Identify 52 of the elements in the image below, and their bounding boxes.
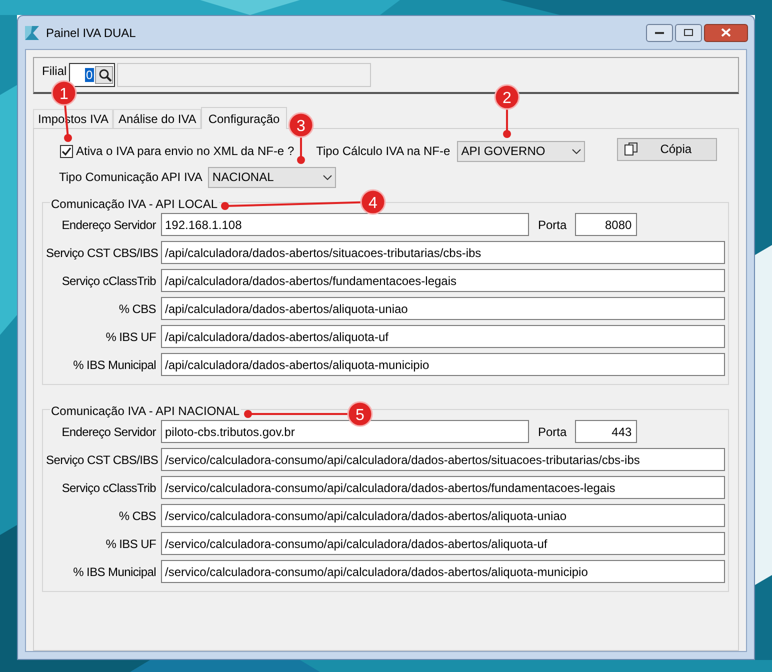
tab[interactable]: Análise do IVA xyxy=(113,109,202,128)
chevron-down-icon xyxy=(323,174,332,180)
field-label: % IBS Municipal xyxy=(72,356,156,374)
close-button[interactable] xyxy=(704,24,748,42)
branch-field[interactable]: 0 xyxy=(68,63,115,87)
field-label: % IBS UF xyxy=(104,536,156,552)
service-path-field[interactable]: /servico/calculadora-consumo/api/calculadora/dados-abertos/situacoes-tributarias/cbs-ibs xyxy=(161,448,725,471)
branch-label: Filial xyxy=(42,63,67,80)
copy-icon xyxy=(624,142,638,156)
checkbox-label: Ativa o IVA para envio no XML da NF-e ? xyxy=(76,143,294,160)
server-address-field[interactable]: 192.168.1.108 xyxy=(161,213,529,236)
port-label: Porta xyxy=(538,216,567,234)
port-field[interactable]: 443 xyxy=(574,420,637,443)
chevron-down-icon xyxy=(572,148,582,154)
service-path-field[interactable]: /servico/calculadora-consumo/api/calculadora/dados-abertos/fundamentacoes-legais xyxy=(161,476,725,499)
field-label: % CBS xyxy=(118,508,156,524)
service-path-field[interactable]: /api/calculadora/dados-abertos/aliquota-uf xyxy=(161,325,725,348)
field-label: Serviço CST CBS/IBS xyxy=(46,452,156,468)
comm-type-dropdown[interactable]: NACIONAL xyxy=(208,166,336,188)
field-label: Endereço Servidor xyxy=(60,424,156,440)
service-path-field[interactable]: /api/calculadora/dados-abertos/aliquota-municipio xyxy=(161,353,725,376)
copy-button[interactable]: Cópia xyxy=(617,138,718,160)
tab[interactable]: Configuração xyxy=(201,107,287,129)
minimize-icon xyxy=(655,32,664,34)
server-address-field[interactable]: piloto-cbs.tributos.gov.br xyxy=(161,420,529,443)
field-label: Serviço CST CBS/IBS xyxy=(46,244,156,262)
service-path-field[interactable]: /servico/calculadora-consumo/api/calculadora/dados-abertos/aliquota-uniao xyxy=(161,504,725,527)
field-label: Serviço cClassTrib xyxy=(60,272,156,290)
minimize-button[interactable] xyxy=(646,24,673,42)
checkbox[interactable] xyxy=(60,144,73,158)
service-path-field[interactable]: /servico/calculadora-consumo/api/calculadora/dados-abertos/aliquota-uf xyxy=(161,532,725,555)
field-label: % CBS xyxy=(118,300,156,318)
service-path-field[interactable]: /api/calculadora/dados-abertos/aliquota-uniao xyxy=(161,297,725,320)
maximize-button[interactable] xyxy=(675,24,702,42)
field-label: % IBS UF xyxy=(104,328,156,346)
service-path-field[interactable]: /api/calculadora/dados-abertos/fundamentacoes-legais xyxy=(161,269,725,292)
calc-type-label: Tipo Cálculo IVA na NF-e xyxy=(316,143,450,160)
port-field[interactable]: 8080 xyxy=(574,213,637,236)
branch-name-field[interactable] xyxy=(116,63,371,87)
port-label: Porta xyxy=(538,424,567,440)
field-label: Endereço Servidor xyxy=(60,216,156,234)
maximize-icon xyxy=(684,29,693,36)
search-icon[interactable] xyxy=(94,66,113,84)
app-logo-icon xyxy=(24,24,40,40)
field-label: Serviço cClassTrib xyxy=(60,480,156,496)
service-path-field[interactable]: /servico/calculadora-consumo/api/calculadora/dados-abertos/aliquota-municipio xyxy=(161,560,725,583)
window-title: Painel IVA DUAL xyxy=(46,24,136,42)
calc-type-dropdown[interactable]: API GOVERNO xyxy=(457,140,586,162)
close-icon xyxy=(721,28,731,37)
comm-type-label: Tipo Comunicação API IVA xyxy=(59,169,202,186)
service-path-field[interactable]: /api/calculadora/dados-abertos/situacoes-tributarias/cbs-ibs xyxy=(161,241,725,264)
field-label: % IBS Municipal xyxy=(72,564,156,580)
